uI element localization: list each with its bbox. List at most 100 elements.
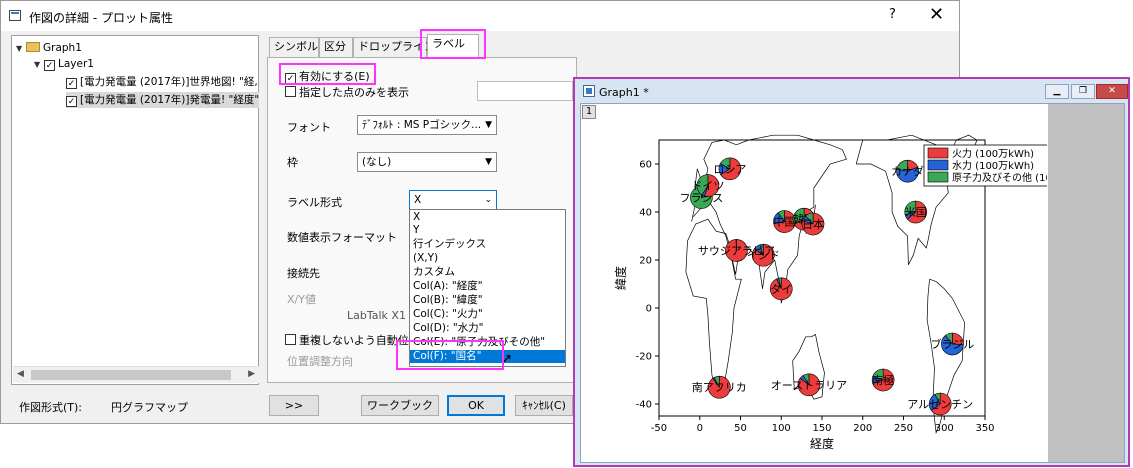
option-y[interactable]: Y	[410, 224, 565, 237]
pie-label: タイ	[770, 283, 792, 296]
connect-label: 接続先	[287, 267, 320, 280]
x-axis-title: 経度	[810, 436, 834, 451]
pie-label: ブラジル	[931, 337, 975, 351]
legend-swatch	[927, 147, 949, 159]
frame-value: (なし)	[362, 156, 392, 168]
enable-highlight	[279, 63, 376, 85]
option-col-d[interactable]: Col(D): "水力"	[410, 322, 565, 335]
x-tick-label: 50	[734, 423, 747, 434]
folder-icon	[26, 42, 40, 52]
col-f-highlight	[396, 340, 504, 370]
graph-page[interactable]: 1 -50 0 50 100 150 200 250 300 350 -40 -20 0 20 40 60 経…	[580, 103, 1125, 463]
pie-label: ロシア	[713, 163, 746, 176]
legend-entry: 水力 (100万kWh)	[952, 159, 1034, 172]
collapse-icon[interactable]: ▼	[34, 57, 44, 73]
pie-map-chart[interactable]: -50 0 50 100 150 200 250 300 350 -40 -20 0 20 40 60 経度 緯…	[581, 104, 1047, 462]
pie-label: サウジアラビア	[698, 244, 775, 257]
x-tick-label: 300	[935, 423, 954, 434]
pie-日本: 日本	[801, 212, 825, 236]
plot-tree[interactable]: ▼ Graph1 ▼ ✓ Layer1 ✓ [電力発電量 (2017年)]世界地図! "…	[11, 35, 259, 385]
y-tick-label: -40	[636, 400, 652, 411]
expand-button[interactable]: >>	[269, 395, 319, 416]
tree-item-graph[interactable]: ▼ Graph1	[16, 40, 82, 56]
cancel-button[interactable]: ｷｬﾝｾﾙ(C)	[515, 395, 573, 416]
tab-dropline[interactable]: ドロップライン	[353, 37, 435, 57]
font-value: ﾃﾞﾌｫﾙﾄ : MS Pゴシック...	[362, 119, 482, 131]
option-col-c[interactable]: Col(C): "火力"	[410, 308, 565, 321]
pie-label: オーストラリア	[771, 379, 847, 392]
scroll-right-icon[interactable]: ▶	[248, 369, 255, 379]
specified-points-checkbox[interactable]: 指定した点のみを表示	[285, 84, 409, 100]
tab-symbol[interactable]: シンボル	[269, 37, 319, 57]
y-axis-title: 緯度	[613, 266, 628, 290]
graph-icon	[583, 85, 595, 97]
checkbox-unchecked-icon[interactable]	[285, 334, 296, 345]
y-tick-label: 40	[639, 208, 652, 219]
option-col-a[interactable]: Col(A): "経度"	[410, 280, 565, 293]
legend-swatch	[927, 159, 949, 171]
graph-close-button[interactable]: ✕	[1096, 84, 1128, 99]
scroll-left-icon[interactable]: ◀	[17, 369, 24, 379]
close-button[interactable]: ✕	[929, 4, 944, 25]
pie-label: ドイツ	[691, 180, 724, 193]
pie-ロシア: ロシア	[713, 157, 746, 181]
frame-label: 枠	[287, 156, 298, 169]
frame-select[interactable]: (なし) ▼	[357, 152, 497, 172]
graph-window[interactable]: Graph1 * ▁ ❐ ✕ 1 -50 0 50 100 150 200 250 300 35…	[573, 77, 1130, 467]
minimize-button[interactable]: ▁	[1045, 84, 1069, 99]
collapse-icon[interactable]: ▼	[16, 41, 26, 57]
checkbox-unchecked-icon[interactable]	[285, 86, 296, 97]
plot-type-value: 円グラフマップ	[111, 401, 188, 414]
tab-label-highlight	[420, 29, 486, 59]
dropdown-arrow-icon: ▼	[485, 157, 492, 167]
plot-type-label: 作図形式(T):	[19, 401, 83, 414]
dialog-titlebar[interactable]: 作図の詳細 - プロット属性 ? ✕	[1, 1, 959, 31]
tree-horizontal-scrollbar[interactable]: ◀ ▶	[13, 366, 259, 383]
x-tick-label: 350	[975, 423, 994, 434]
tree-plot2-label: [電力発電量 (2017年)]発電量! "経度"	[80, 94, 259, 106]
graph-window-title: Graph1 *	[599, 86, 649, 99]
font-select[interactable]: ﾃﾞﾌｫﾙﾄ : MS Pゴシック... ▼	[357, 115, 497, 135]
dropdown-arrow-icon: ▼	[485, 120, 492, 130]
option-row-index[interactable]: 行インデックス	[410, 238, 565, 251]
font-label: フォント	[287, 121, 331, 134]
x-tick-label: 100	[772, 423, 791, 434]
tree-plot1-label: [電力発電量 (2017年)]世界地図! "経,	[80, 76, 258, 88]
y-tick-label: 60	[639, 160, 652, 171]
option-col-b[interactable]: Col(B): "緯度"	[410, 294, 565, 307]
tree-item-plot1[interactable]: ✓ [電力発電量 (2017年)]世界地図! "経,	[66, 74, 258, 90]
pie-label: カナダ	[891, 164, 924, 178]
pie-カナダ: カナダ	[891, 159, 924, 183]
position-direction-label: 位置調整方向	[287, 355, 353, 368]
option-xy[interactable]: (X,Y)	[410, 252, 565, 265]
label-format-select[interactable]: X ⌄	[409, 190, 497, 210]
option-custom[interactable]: カスタム	[410, 266, 565, 279]
checkbox-checked-icon[interactable]: ✓	[66, 78, 77, 89]
restore-button[interactable]: ❐	[1071, 84, 1095, 99]
y-tick-label: 0	[646, 304, 652, 315]
option-x[interactable]: X	[410, 211, 565, 224]
numeric-format-label: 数値表示フォーマット	[287, 231, 397, 244]
ok-button[interactable]: OK	[447, 395, 505, 416]
tree-layer-label: Layer1	[58, 58, 94, 70]
pie-オーストラリア: オーストラリア	[771, 373, 847, 397]
pie-label: アルゼンチン	[907, 398, 973, 411]
pie-南極: 南極	[871, 368, 895, 392]
x-tick-label: 150	[812, 423, 831, 434]
checkbox-checked-icon[interactable]: ✓	[44, 60, 55, 71]
pie-label: 南アフリカ	[692, 381, 747, 394]
scroll-thumb[interactable]	[31, 370, 231, 380]
tab-group[interactable]: 区分	[319, 37, 353, 57]
pie-米国: 米国	[904, 200, 927, 224]
tree-item-plot2[interactable]: ✓ [電力発電量 (2017年)]発電量! "経度"	[66, 92, 259, 108]
pie-ブラジル: ブラジル	[931, 332, 975, 356]
y-tick-label: 20	[639, 256, 652, 267]
page-margin	[1048, 104, 1124, 462]
workbook-button[interactable]: ワークブック	[361, 395, 439, 416]
tree-item-layer[interactable]: ▼ ✓ Layer1	[34, 56, 94, 72]
pie-label: 南極	[872, 373, 894, 387]
help-button[interactable]: ?	[889, 7, 896, 22]
pie-アルゼンチン: アルゼンチン	[907, 392, 973, 416]
specified-points-input[interactable]	[477, 81, 573, 101]
checkbox-checked-icon[interactable]: ✓	[66, 96, 77, 107]
